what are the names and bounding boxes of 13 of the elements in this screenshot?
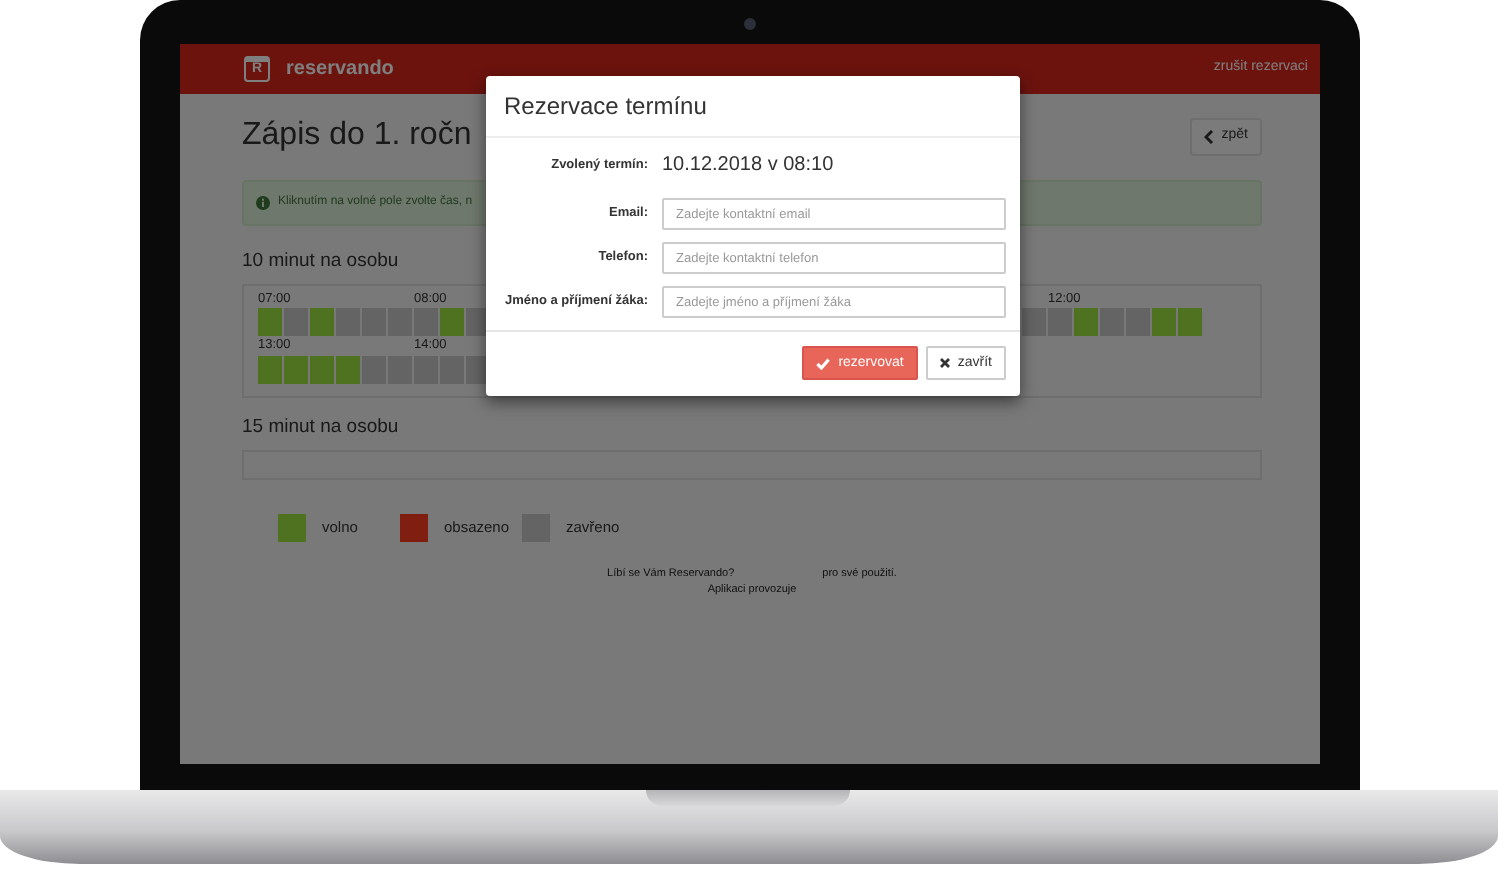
section-title: 15 minut na osobu [242,413,399,442]
brand-name: reservando [286,56,394,84]
page-title: Zápis do 1. ročn [242,120,472,153]
modal-title: Rezervace termínu [486,76,1020,138]
chevron-left-icon [1203,129,1214,144]
selected-time-value: 10.12.2018 v 08:10 [662,152,834,180]
info-icon [256,195,270,209]
legend-swatch [278,514,306,542]
close-icon [939,358,950,369]
camera-dot [744,18,756,30]
check-icon [816,357,831,370]
section-title: 10 minut na osobu [242,247,399,275]
legend-swatch [400,514,428,542]
